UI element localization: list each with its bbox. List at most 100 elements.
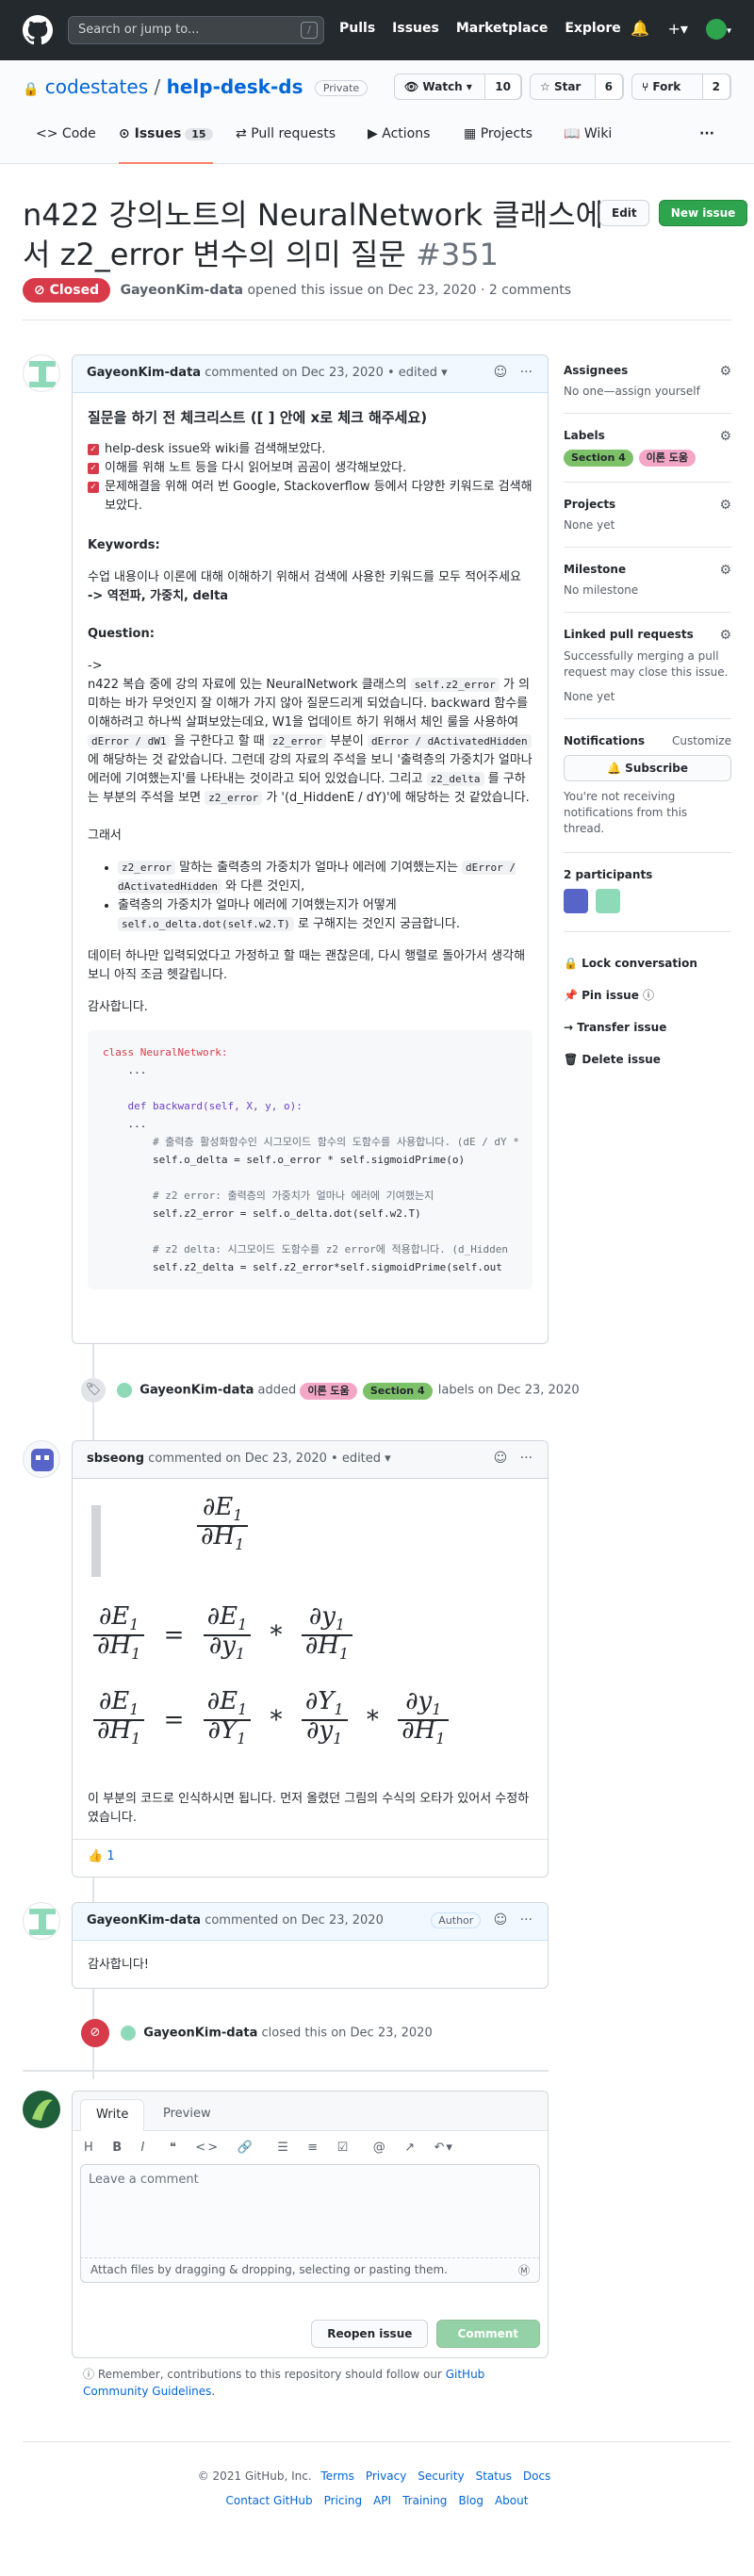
tab-code[interactable]: <> Code bbox=[36, 126, 96, 164]
sidebar-labels[interactable]: Labels ⚙ Section 4 이론 도움 bbox=[564, 414, 731, 483]
star-count[interactable]: 6 bbox=[594, 74, 623, 100]
numbered-list-icon[interactable]: ≡ bbox=[307, 2141, 320, 2155]
reference-icon[interactable]: ↗ bbox=[404, 2141, 417, 2155]
watch-button[interactable]: 👁 Watch ▾ 10 bbox=[394, 74, 522, 100]
footer-link-docs[interactable]: Docs bbox=[523, 2469, 550, 2483]
gear-icon[interactable]: ⚙ bbox=[719, 364, 731, 379]
event-author[interactable]: GayeonKim-data bbox=[143, 2026, 257, 2041]
sidebar-assignees[interactable]: Assignees ⚙ No one—assign yourself bbox=[564, 354, 731, 414]
search-input[interactable]: Search or jump to... / bbox=[68, 16, 324, 44]
chevron-down-icon[interactable]: ▾ bbox=[385, 1452, 391, 1466]
footer-link-security[interactable]: Security bbox=[418, 2469, 464, 2483]
footer-link-blog[interactable]: Blog bbox=[458, 2494, 484, 2507]
task-list-icon[interactable]: ☑ bbox=[337, 2141, 351, 2155]
label-badge[interactable]: Section 4 bbox=[564, 450, 633, 467]
event-author[interactable]: GayeonKim-data bbox=[139, 1384, 254, 1398]
reopen-issue-button[interactable]: Reopen issue bbox=[311, 2320, 429, 2348]
sidebar-linked-prs[interactable]: Linked pull requests ⚙ Successfully mergin… bbox=[564, 613, 731, 719]
bulleted-list-icon[interactable]: ☰ bbox=[277, 2141, 290, 2155]
lock-conversation-button[interactable]: 🔒 Lock conversation bbox=[564, 947, 731, 979]
footer-link-api[interactable]: API bbox=[373, 2494, 391, 2507]
smiley-icon[interactable]: ☺ bbox=[494, 365, 508, 380]
plus-icon[interactable]: +▾ bbox=[667, 20, 687, 38]
link-icon[interactable]: 🔗 bbox=[238, 2141, 254, 2155]
github-logo-icon[interactable] bbox=[23, 15, 53, 45]
edit-button[interactable]: Edit bbox=[599, 200, 649, 226]
kebab-icon[interactable]: ··· bbox=[520, 1912, 533, 1928]
checkbox-checked-icon[interactable]: ✓ bbox=[88, 443, 99, 455]
italic-icon[interactable]: I bbox=[141, 2141, 147, 2155]
tab-issues[interactable]: ⊙ Issues 15 bbox=[119, 126, 213, 164]
gear-icon[interactable]: ⚙ bbox=[719, 498, 731, 513]
transfer-issue-button[interactable]: → Transfer issue bbox=[564, 1011, 731, 1043]
tab-wiki[interactable]: 📖 Wiki bbox=[564, 126, 612, 164]
fork-count[interactable]: 2 bbox=[701, 74, 730, 100]
fork-button[interactable]: ⑂ Fork 2 bbox=[631, 74, 731, 100]
bell-icon[interactable]: 🔔 bbox=[631, 20, 649, 38]
kebab-icon[interactable]: ··· bbox=[520, 1451, 533, 1466]
comment-button[interactable]: Comment bbox=[435, 2320, 540, 2348]
avatar[interactable] bbox=[117, 1383, 133, 1398]
avatar[interactable] bbox=[595, 889, 620, 913]
footer-link-status[interactable]: Status bbox=[476, 2469, 512, 2483]
tab-projects[interactable]: ▦ Projects bbox=[464, 126, 533, 164]
footer-link-about[interactable]: About bbox=[495, 2494, 528, 2507]
thumbs-up-reaction[interactable]: 👍 1 bbox=[88, 1849, 115, 1863]
footer-link-privacy[interactable]: Privacy bbox=[366, 2469, 406, 2483]
avatar[interactable] bbox=[23, 354, 60, 392]
avatar[interactable] bbox=[23, 1440, 60, 1478]
checkbox-checked-icon[interactable]: ✓ bbox=[88, 462, 99, 474]
avatar[interactable] bbox=[23, 2091, 60, 2128]
smiley-icon[interactable]: ☺ bbox=[494, 1451, 508, 1466]
tab-pull-requests[interactable]: ⇄ Pull requests bbox=[236, 126, 336, 164]
gear-icon[interactable]: ⚙ bbox=[719, 628, 731, 643]
sidebar-milestone[interactable]: Milestone ⚙ No milestone bbox=[564, 548, 731, 613]
footer-link-contact[interactable]: Contact GitHub bbox=[226, 2494, 313, 2507]
footer-link-training[interactable]: Training bbox=[402, 2494, 447, 2507]
avatar[interactable] bbox=[121, 2026, 137, 2041]
repo-name-link[interactable]: help-desk-ds bbox=[167, 75, 303, 98]
reply-icon[interactable]: ↶▾ bbox=[434, 2141, 454, 2155]
chevron-down-icon[interactable]: ▾ bbox=[441, 366, 448, 380]
tab-write[interactable]: Write bbox=[80, 2099, 145, 2131]
label-badge[interactable]: Section 4 bbox=[362, 1382, 433, 1400]
checkbox-checked-icon[interactable]: ✓ bbox=[88, 481, 99, 493]
quote-icon[interactable]: ❝ bbox=[170, 2141, 178, 2155]
kebab-icon[interactable]: ··· bbox=[520, 365, 533, 380]
pin-issue-button[interactable]: 📌 Pin issue ⓘ bbox=[564, 979, 731, 1011]
nav-explore[interactable]: Explore bbox=[565, 21, 620, 36]
tab-preview[interactable]: Preview bbox=[163, 2107, 211, 2121]
more-menu-icon[interactable]: ··· bbox=[699, 126, 714, 164]
delete-issue-button[interactable]: 🗑 Delete issue bbox=[564, 1043, 731, 1075]
nav-issues[interactable]: Issues bbox=[392, 21, 439, 36]
comment-author[interactable]: sbseong bbox=[87, 1452, 144, 1466]
label-badge[interactable]: 이론 도움 bbox=[300, 1382, 357, 1400]
footer-link-pricing[interactable]: Pricing bbox=[324, 2494, 362, 2507]
gear-icon[interactable]: ⚙ bbox=[719, 563, 731, 578]
nav-pulls[interactable]: Pulls bbox=[339, 21, 375, 36]
subscribe-button[interactable]: 🔔 Subscribe bbox=[564, 755, 731, 781]
avatar[interactable] bbox=[564, 889, 588, 913]
star-button[interactable]: ☆ Star 6 bbox=[530, 74, 624, 100]
comment-textarea[interactable]: Leave a comment bbox=[80, 2164, 540, 2258]
footer-link-terms[interactable]: Terms bbox=[321, 2469, 354, 2483]
watch-count[interactable]: 10 bbox=[484, 74, 521, 100]
heading-icon[interactable]: H bbox=[84, 2141, 95, 2155]
sidebar-projects[interactable]: Projects ⚙ None yet bbox=[564, 483, 731, 548]
mention-icon[interactable]: @ bbox=[373, 2141, 387, 2155]
sidebar-value[interactable]: No one—assign yourself bbox=[564, 385, 700, 398]
customize-link[interactable]: Customize bbox=[672, 734, 731, 747]
avatar[interactable] bbox=[23, 1902, 60, 1940]
new-issue-button[interactable]: New issue bbox=[658, 200, 748, 226]
label-badge[interactable]: 이론 도움 bbox=[638, 450, 696, 467]
gear-icon[interactable]: ⚙ bbox=[719, 429, 731, 444]
repo-owner-link[interactable]: codestates bbox=[45, 75, 148, 98]
comment-author[interactable]: GayeonKim-data bbox=[87, 366, 201, 380]
bold-icon[interactable]: B bbox=[112, 2141, 123, 2155]
avatar[interactable] bbox=[705, 19, 727, 40]
issue-author[interactable]: GayeonKim-data bbox=[121, 283, 243, 298]
tab-actions[interactable]: ▶ Actions bbox=[368, 126, 430, 164]
attach-bar[interactable]: Attach files by dragging & dropping, sel… bbox=[80, 2258, 540, 2283]
comment-author[interactable]: GayeonKim-data bbox=[87, 1913, 201, 1928]
smiley-icon[interactable]: ☺ bbox=[494, 1912, 508, 1928]
